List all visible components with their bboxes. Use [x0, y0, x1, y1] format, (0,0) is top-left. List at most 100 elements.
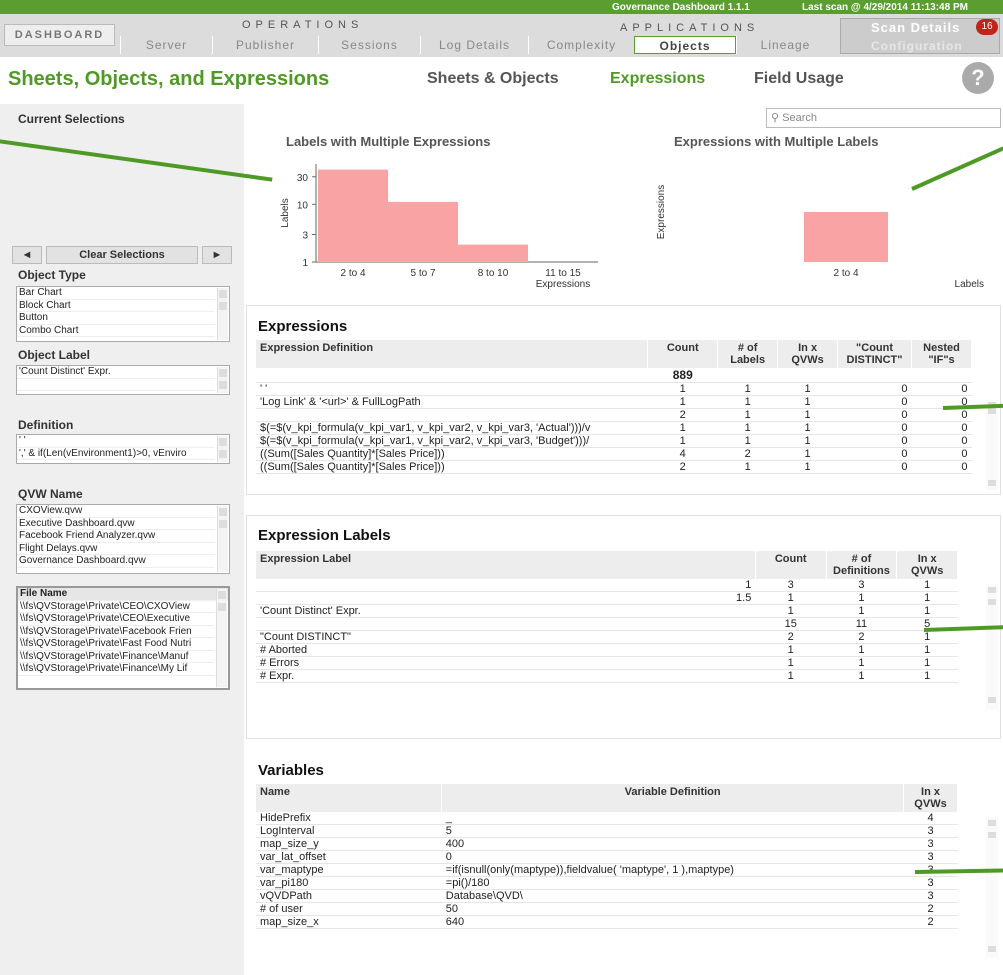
list-item[interactable]: Governance Dashboard.qvw [17, 555, 215, 568]
table-row[interactable]: HidePrefix _ 4 [256, 812, 958, 825]
x-tick-label: 2 to 4 [833, 268, 858, 279]
list-item[interactable]: 'Count Distinct' Expr. [17, 366, 215, 379]
list-item[interactable]: \\fs\QVStorage\Private\Finance\My Lif [18, 663, 214, 676]
table-row[interactable]: LogInterval 5 3 [256, 824, 958, 838]
bar [804, 212, 888, 262]
table-row[interactable]: # Aborted 1 1 1 [256, 643, 958, 657]
table-row[interactable]: $(=$(v_kpi_formula(v_kpi_var1, v_kpi_var… [256, 434, 972, 448]
column-header[interactable]: Expression Label [256, 551, 756, 579]
list-item[interactable]: CXOView.qvw [17, 505, 215, 518]
list-item[interactable]: \\fs\QVStorage\Private\Finance\Manuf [18, 651, 214, 663]
tab-sheets-objects[interactable]: Sheets & Objects [427, 70, 559, 88]
column-header[interactable]: Name [256, 784, 443, 812]
nav-tab-publisher[interactable]: Publisher [212, 36, 318, 54]
table-cell: 1 [647, 434, 718, 448]
table-cell: 0 [837, 460, 912, 474]
tab-field-usage[interactable]: Field Usage [754, 70, 844, 88]
table-row[interactable]: 'Count Distinct' Expr. 1 1 1 [256, 604, 958, 618]
table-row[interactable]: # of user 50 2 [256, 902, 958, 916]
table-cell: ' ' [256, 382, 648, 396]
column-header[interactable]: Count [755, 551, 827, 579]
qvw-name-listbox[interactable]: CXOView.qvw Executive Dashboard.qvw Facebo… [16, 504, 230, 574]
y-tick-label: 1 [302, 258, 308, 269]
table-row[interactable]: var_pi180 =pi()/180 3 [256, 876, 958, 890]
prev-selection-button[interactable]: ◄ [12, 246, 42, 264]
list-item[interactable]: ',' & if(Len(vEnvironment1)>0, vEnviro [17, 448, 215, 460]
variables-title: Variables [258, 762, 324, 779]
table-row[interactable]: 1331 [256, 579, 958, 592]
next-selection-button[interactable]: ► [202, 246, 232, 264]
table-row[interactable]: vQVDPath Database\QVD\ 3 [256, 889, 958, 903]
list-item[interactable]: Combo Chart [17, 325, 215, 337]
table-row[interactable]: 15 11 5 [256, 617, 958, 631]
table-row[interactable]: # Errors 1 1 1 [256, 656, 958, 670]
nav-tab-lineage[interactable]: Lineage [736, 36, 834, 54]
nav-tab-sessions[interactable]: Sessions [318, 36, 420, 54]
table-row[interactable]: var_lat_offset 0 3 [256, 850, 958, 864]
listbox-scrollbar[interactable] [216, 589, 227, 687]
list-item[interactable]: \\fs\QVStorage\Private\Fast Food Nutri [18, 638, 214, 651]
nav-tab-server[interactable]: Server [120, 36, 212, 54]
list-item[interactable]: Executive Dashboard.qvw [17, 518, 215, 530]
variables-scrollbar[interactable] [986, 818, 998, 958]
table-cell: 3 [903, 850, 958, 864]
table-cell: 0 [837, 434, 912, 448]
table-row[interactable]: $(=$(v_kpi_formula(v_kpi_var1, v_kpi_var… [256, 421, 972, 435]
table-row[interactable]: 'Log Link' & '<url>' & FullLogPath 1 1 1 0 0 [256, 395, 972, 409]
labels-scrollbar[interactable] [986, 585, 998, 710]
listbox-scrollbar[interactable] [217, 367, 228, 393]
clear-selections-button[interactable]: Clear Selections [46, 246, 198, 264]
list-item[interactable]: \\fs\QVStorage\Private\Facebook Frien [18, 626, 214, 638]
table-row[interactable]: "Count DISTINCT" 2 2 1 [256, 630, 958, 644]
table-cell: =if(isnull(only(maptype)),fieldvalue( 'm… [441, 863, 904, 877]
list-item[interactable]: Button [17, 312, 215, 325]
column-header[interactable]: In x QVWs [777, 340, 839, 368]
nav-tab-objects[interactable]: Objects [634, 36, 736, 54]
column-header[interactable]: Nested "IF"s [911, 340, 972, 368]
table-row[interactable]: ' ' 1 1 1 0 0 [256, 382, 972, 396]
column-header[interactable]: In x QVWs [903, 784, 958, 812]
column-header[interactable]: Variable Definition [441, 784, 904, 812]
list-item[interactable]: Bar Chart [17, 287, 215, 300]
listbox-scrollbar[interactable] [217, 288, 228, 340]
configuration-label[interactable]: Configuration [871, 39, 963, 53]
table-row[interactable]: var_maptype =if(isnull(only(maptype)),fie… [256, 863, 958, 877]
column-header[interactable]: # of Labels [717, 340, 779, 368]
expressions-scrollbar[interactable] [986, 400, 998, 490]
file-name-header[interactable]: File Name [18, 588, 228, 601]
table-cell: map_size_x [256, 915, 442, 929]
tab-expressions[interactable]: Expressions [610, 70, 705, 88]
column-header[interactable]: # of Definitions [826, 551, 898, 579]
list-item[interactable]: ' ' [17, 435, 215, 448]
list-item[interactable]: \\fs\QVStorage\Private\CEO\CXOView [18, 601, 214, 613]
nav-tab-complexity[interactable]: Complexity [528, 36, 634, 54]
list-item[interactable]: Facebook Friend Analyzer.qvw [17, 530, 215, 543]
list-item[interactable] [17, 379, 215, 391]
object-label-listbox[interactable]: 'Count Distinct' Expr. [16, 365, 230, 395]
definition-listbox[interactable]: ' ' ',' & if(Len(vEnvironment1)>0, vEnvir… [16, 434, 230, 464]
column-header[interactable]: Expression Definition [256, 340, 649, 368]
nav-tab-log-details[interactable]: Log Details [420, 36, 528, 54]
table-row[interactable]: ((Sum([Sales Quantity]*[Sales Price])) 2 1… [256, 460, 972, 474]
list-item[interactable]: \\fs\QVStorage\Private\CEO\Executive [18, 613, 214, 626]
table-row[interactable]: # Expr. 1 1 1 [256, 669, 958, 683]
object-type-listbox[interactable]: Bar Chart Block Chart Button Combo Chart [16, 286, 230, 342]
column-header[interactable]: Count [647, 340, 719, 368]
file-name-listbox[interactable]: File Name \\fs\QVStorage\Private\CEO\CXOV… [16, 586, 230, 690]
table-row[interactable]: ((Sum([Sales Quantity]*[Sales Price])) 4 2… [256, 447, 972, 461]
list-item[interactable]: Block Chart [17, 300, 215, 312]
listbox-scrollbar[interactable] [217, 436, 228, 462]
listbox-scrollbar[interactable] [217, 506, 228, 572]
table-row[interactable]: 1.5 1 1 1 [256, 591, 958, 605]
list-item[interactable]: Flight Delays.qvw [17, 543, 215, 555]
column-header[interactable]: "Count DISTINCT" [837, 340, 912, 368]
column-header[interactable]: In x QVWs [896, 551, 958, 579]
x-tick-label: 2 to 4 [340, 268, 365, 279]
table-row[interactable]: map_size_x 640 2 [256, 915, 958, 929]
table-cell: LogInterval [256, 824, 442, 838]
search-input[interactable]: ⚲ Search [766, 108, 1001, 128]
help-icon[interactable]: ? [962, 62, 994, 94]
dashboard-button[interactable]: DASHBOARD [4, 24, 115, 46]
table-row[interactable]: map_size_y 400 3 [256, 837, 958, 851]
table-row[interactable]: 21100 [256, 408, 972, 422]
